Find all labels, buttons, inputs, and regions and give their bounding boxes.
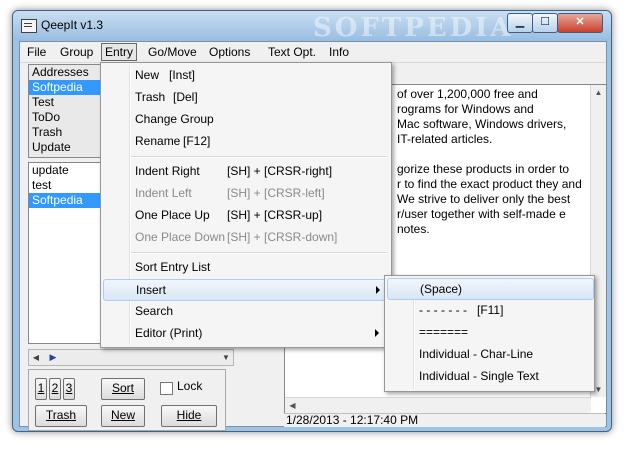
menu-item-individual-char-line[interactable]: Individual - Char-Line: [387, 344, 592, 364]
text-line: r/user together with self-made e: [397, 207, 566, 221]
button-panel: 1 2 3 Sort Lock Trash New Hide: [28, 369, 226, 431]
menu-item-space[interactable]: (Space): [387, 278, 594, 300]
menu-options[interactable]: Options: [206, 44, 253, 60]
menu-item-label: Trash: [135, 90, 166, 104]
menu-bar: File Group Entry Go/Move Options Text Op…: [20, 42, 606, 63]
menu-item-insert[interactable]: Insert: [103, 279, 389, 301]
menu-group[interactable]: Group: [57, 44, 96, 60]
scroll-up-icon[interactable]: ▲: [591, 85, 606, 100]
menu-item-label: New: [135, 68, 160, 82]
menu-item-label: Individual - Single Text: [419, 369, 539, 383]
menu-entry[interactable]: Entry: [101, 43, 138, 61]
menu-item-shortcut: [SH] + [CRSR-up]: [227, 208, 323, 222]
num-button-2[interactable]: 2: [49, 378, 61, 400]
title-bar[interactable]: QeepIt v1.3 SOFTPEDIA ▁ ☐ ✕: [13, 11, 611, 43]
menu-item-label: Editor (Print): [135, 326, 203, 340]
menu-item-search[interactable]: Search: [103, 301, 387, 321]
maximize-button[interactable]: ☐: [532, 13, 558, 33]
menu-item-shortcut: [SH] + [CRSR-down]: [227, 230, 338, 244]
menu-item-trash[interactable]: Trash [Del]: [103, 87, 387, 107]
menu-item-indent-left: Indent Left [SH] + [CRSR-left]: [103, 183, 387, 203]
menu-item-editor-print[interactable]: Editor (Print): [103, 323, 387, 343]
text-line: of over 1,200,000 free and: [397, 87, 538, 101]
menu-item-label: Individual - Char-Line: [419, 347, 534, 361]
menu-separator: [131, 252, 387, 254]
trash-button[interactable]: Trash: [35, 405, 87, 427]
scroll-left-icon[interactable]: ◀: [285, 398, 300, 413]
menu-item-shortcut: [Inst]: [169, 68, 196, 82]
scroll-left-icon[interactable]: ◀: [29, 350, 43, 365]
menu-item-equals-line[interactable]: =======: [387, 322, 592, 342]
text-line: gorize these products in order to: [397, 162, 570, 176]
menu-file[interactable]: File: [24, 44, 49, 60]
menu-item-label: Indent Right: [135, 164, 200, 178]
menu-item-new[interactable]: New [Inst]: [103, 65, 387, 85]
menu-item-label: - - - - - - - [F11]: [419, 303, 504, 317]
menu-item-label: Insert: [136, 283, 167, 297]
menu-text-opt[interactable]: Text Opt.: [265, 44, 319, 60]
menu-item-shortcut: [SH] + [CRSR-left]: [227, 186, 325, 200]
text-line: notes.: [397, 222, 430, 236]
app-icon: [21, 19, 37, 33]
menu-item-shortcut: [Del]: [173, 90, 198, 104]
menu-info[interactable]: Info: [326, 44, 352, 60]
scroll-right-icon[interactable]: ▼: [219, 350, 233, 365]
menu-separator: [131, 156, 387, 158]
menu-item-label: =======: [419, 325, 469, 339]
menu-item-indent-right[interactable]: Indent Right [SH] + [CRSR-right]: [103, 161, 387, 181]
menu-item-one-place-up[interactable]: One Place Up [SH] + [CRSR-up]: [103, 205, 387, 225]
menu-item-shortcut: [F12]: [183, 134, 211, 148]
text-content: of over 1,200,000 free and rograms for W…: [397, 87, 593, 237]
lock-label: Lock: [177, 379, 203, 393]
menu-item-dash-line[interactable]: - - - - - - - [F11]: [387, 300, 592, 320]
menu-go-move[interactable]: Go/Move: [145, 44, 200, 60]
hide-button[interactable]: Hide: [161, 405, 217, 427]
close-button[interactable]: ✕: [557, 13, 603, 33]
menu-item-label: Indent Left: [135, 186, 192, 200]
text-line: [397, 147, 593, 162]
text-line: rograms for Windows and: [397, 102, 534, 116]
menu-item-label: One Place Down: [135, 230, 226, 244]
watermark-text: SOFTPEDIA: [313, 13, 514, 43]
text-hscrollbar[interactable]: ◀: [285, 397, 591, 413]
minimize-button[interactable]: ▁: [507, 13, 533, 33]
menu-item-sort-entry-list[interactable]: Sort Entry List: [103, 257, 387, 277]
menu-item-rename[interactable]: Rename [F12]: [103, 131, 387, 151]
window-title: QeepIt v1.3: [41, 18, 104, 32]
menu-item-individual-single-text[interactable]: Individual - Single Text: [387, 366, 592, 386]
lock-checkbox[interactable]: [160, 382, 173, 395]
text-line: Mac software, Windows drivers,: [397, 117, 567, 131]
sort-button[interactable]: Sort: [101, 378, 145, 400]
new-button[interactable]: New: [101, 405, 145, 427]
text-line: r to find the exact product they and: [397, 177, 582, 191]
menu-item-change-group[interactable]: Change Group: [103, 109, 387, 129]
entry-menu: New [Inst] Trash [Del] Change Group Rena…: [100, 62, 392, 348]
menu-item-label: Rename: [135, 134, 181, 148]
status-timestamp: 1/28/2013 - 12:17:40 PM: [286, 413, 419, 427]
scroll-next-icon[interactable]: ▶: [46, 350, 60, 365]
num-button-3[interactable]: 3: [63, 378, 75, 400]
entries-hscrollbar[interactable]: ◀ ▶ ▼: [28, 349, 234, 366]
num-button-1[interactable]: 1: [35, 378, 47, 400]
submenu-arrow-icon: [376, 286, 380, 294]
text-line: We strive to deliver only the best: [397, 192, 571, 206]
menu-item-label: One Place Up: [135, 208, 210, 222]
text-line: IT-related articles.: [397, 132, 493, 146]
insert-submenu: (Space) - - - - - - - [F11] ======= Indi…: [384, 275, 595, 392]
menu-item-label: Change Group: [135, 112, 214, 126]
status-bar: 1/28/2013 - 12:17:40 PM: [284, 413, 605, 427]
menu-item-label: Sort Entry List: [135, 260, 211, 274]
menu-item-one-place-down: One Place Down [SH] + [CRSR-down]: [103, 227, 387, 247]
menu-item-label: (Space): [420, 282, 463, 296]
menu-item-label: Search: [135, 304, 174, 318]
menu-item-shortcut: [SH] + [CRSR-right]: [227, 164, 333, 178]
submenu-arrow-icon: [375, 329, 379, 337]
